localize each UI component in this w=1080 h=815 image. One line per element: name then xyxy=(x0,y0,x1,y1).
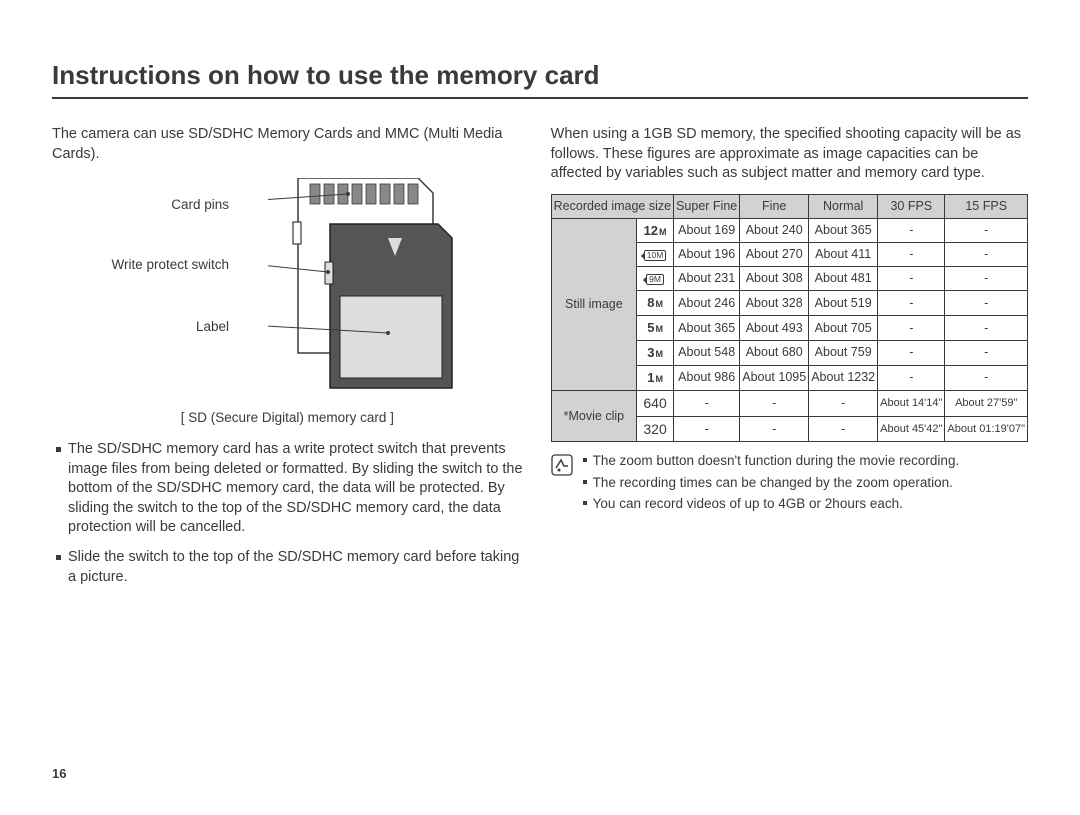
cell: - xyxy=(945,291,1028,316)
cell: About 231 xyxy=(674,267,740,291)
cell: About 481 xyxy=(809,267,878,291)
movie-size-640: 640 xyxy=(637,390,674,416)
cell: - xyxy=(878,218,945,243)
cell: About 27'59" xyxy=(945,390,1028,416)
right-intro-text: When using a 1GB SD memory, the specifie… xyxy=(551,125,1028,184)
cell: About 246 xyxy=(674,291,740,316)
cell: About 365 xyxy=(674,316,740,341)
table-header-row: Recorded image size Super Fine Fine Norm… xyxy=(551,194,1027,218)
cell: - xyxy=(945,243,1028,267)
th-recorded-size: Recorded image size xyxy=(551,194,673,218)
cell: About 14'14" xyxy=(878,390,945,416)
cell: About 759 xyxy=(809,340,878,365)
th-super-fine: Super Fine xyxy=(674,194,740,218)
size-cell: 5M xyxy=(637,316,674,341)
size-cell: 8M xyxy=(637,291,674,316)
size-3m-icon: 3M xyxy=(647,344,663,362)
row-group-still: Still image xyxy=(551,218,636,390)
cell: About 986 xyxy=(674,365,740,390)
cell: About 705 xyxy=(809,316,878,341)
cell: About 411 xyxy=(809,243,878,267)
cell: - xyxy=(674,416,740,442)
left-bullet-1: The SD/SDHC memory card has a write prot… xyxy=(52,440,523,538)
cell: - xyxy=(740,416,809,442)
two-column-layout: The camera can use SD/SDHC Memory Cards … xyxy=(52,125,1028,597)
size-cell: 9M xyxy=(637,267,674,291)
cell: About 1232 xyxy=(809,365,878,390)
note-icon xyxy=(551,454,573,481)
size-12m-icon: 12M xyxy=(644,222,667,240)
cell: - xyxy=(878,267,945,291)
cell: - xyxy=(878,243,945,267)
size-cell: 1M xyxy=(637,365,674,390)
diagram-label-switch: Write protect switch xyxy=(52,256,229,274)
cell: - xyxy=(878,316,945,341)
notes-block: The zoom button doesn't function during … xyxy=(551,452,1028,516)
th-30fps: 30 FPS xyxy=(878,194,945,218)
cell: - xyxy=(878,291,945,316)
page-number: 16 xyxy=(52,766,66,781)
cell: About 308 xyxy=(740,267,809,291)
left-bullet-2: Slide the switch to the top of the SD/SD… xyxy=(52,548,523,587)
size-cell: 3M xyxy=(637,340,674,365)
size-1m-icon: 1M xyxy=(647,369,663,387)
table-row: *Movie clip 640 - - - About 14'14" About… xyxy=(551,390,1027,416)
size-cell: 12M xyxy=(637,218,674,243)
diagram-label-pins: Card pins xyxy=(52,196,229,214)
cell: About 240 xyxy=(740,218,809,243)
cell: - xyxy=(945,267,1028,291)
size-5m-icon: 5M xyxy=(647,319,663,337)
movie-size-320: 320 xyxy=(637,416,674,442)
cell: About 270 xyxy=(740,243,809,267)
note-3: You can record videos of up to 4GB or 2h… xyxy=(581,495,960,513)
cell: About 1095 xyxy=(740,365,809,390)
cell: About 45'42" xyxy=(878,416,945,442)
cell: About 519 xyxy=(809,291,878,316)
cell: - xyxy=(878,340,945,365)
cell: About 680 xyxy=(740,340,809,365)
cell: About 169 xyxy=(674,218,740,243)
cell: - xyxy=(878,365,945,390)
size-cell: 10M xyxy=(637,243,674,267)
cell: About 493 xyxy=(740,316,809,341)
cell: - xyxy=(674,390,740,416)
left-intro-text: The camera can use SD/SDHC Memory Cards … xyxy=(52,125,523,164)
cell: About 365 xyxy=(809,218,878,243)
cell: - xyxy=(740,390,809,416)
diagram-caption: [ SD (Secure Digital) memory card ] xyxy=(52,409,523,427)
size-8m-icon: 8M xyxy=(647,294,663,312)
page-title: Instructions on how to use the memory ca… xyxy=(52,60,1028,99)
size-9m-box-icon: 9M xyxy=(646,274,664,285)
cell: - xyxy=(945,218,1028,243)
th-15fps: 15 FPS xyxy=(945,194,1028,218)
left-bullet-list: The SD/SDHC memory card has a write prot… xyxy=(52,440,523,587)
cell: About 01:19'07" xyxy=(945,416,1028,442)
cell: - xyxy=(945,365,1028,390)
cell: - xyxy=(809,390,878,416)
sd-card-illustration xyxy=(268,178,468,405)
capacity-table: Recorded image size Super Fine Fine Norm… xyxy=(551,194,1028,443)
note-2: The recording times can be changed by th… xyxy=(581,474,960,492)
th-normal: Normal xyxy=(809,194,878,218)
size-10m-box-icon: 10M xyxy=(644,250,667,261)
note-1: The zoom button doesn't function during … xyxy=(581,452,960,470)
th-fine: Fine xyxy=(740,194,809,218)
cell: - xyxy=(809,416,878,442)
right-column: When using a 1GB SD memory, the specifie… xyxy=(551,125,1028,597)
cell: - xyxy=(945,316,1028,341)
diagram-label-label: Label xyxy=(52,318,229,336)
row-group-movie: *Movie clip xyxy=(551,390,636,442)
cell: - xyxy=(945,340,1028,365)
sd-card-diagram: Card pins Write protect switch Label xyxy=(52,178,523,428)
table-row: Still image 12M About 169 About 240 Abou… xyxy=(551,218,1027,243)
cell: About 548 xyxy=(674,340,740,365)
note-bullet-list: The zoom button doesn't function during … xyxy=(581,452,960,516)
left-column: The camera can use SD/SDHC Memory Cards … xyxy=(52,125,523,597)
cell: About 196 xyxy=(674,243,740,267)
cell: About 328 xyxy=(740,291,809,316)
